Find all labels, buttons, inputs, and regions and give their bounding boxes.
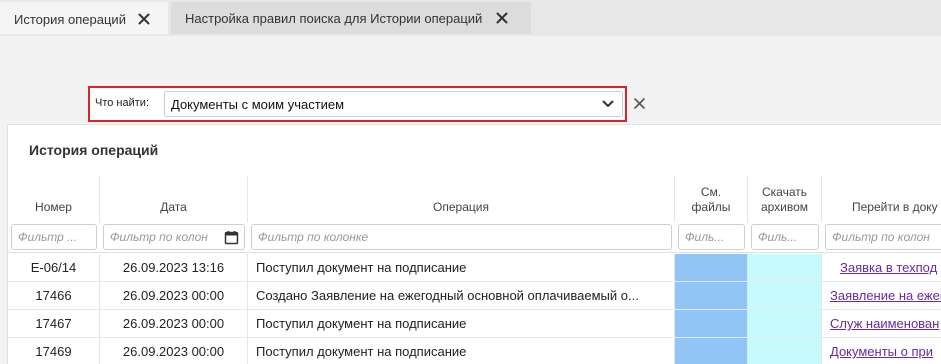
- cell-date: 26.09.2023 00:00: [100, 282, 248, 309]
- table-row[interactable]: Е-06/14 26.09.2023 13:16 Поступил докуме…: [8, 254, 941, 282]
- tab-search-rules-settings[interactable]: Настройка правил поиска для Истории опер…: [171, 2, 531, 34]
- column-header-label: См.: [700, 185, 722, 199]
- table-row[interactable]: 17466 26.09.2023 00:00 Создано Заявление…: [8, 282, 941, 310]
- filter-placeholder: Фильтр по колон: [110, 230, 208, 244]
- chevron-down-icon[interactable]: [602, 99, 614, 109]
- search-area: Что найти: Документы с моим участием: [88, 86, 627, 122]
- cell-download-archive[interactable]: [748, 338, 822, 364]
- close-icon[interactable]: [496, 12, 508, 24]
- column-header-label: Перейти в доку: [852, 200, 938, 214]
- cell-number: 17467: [8, 310, 100, 337]
- panel-title: История операций: [29, 142, 159, 158]
- cell-number: 17466: [8, 282, 100, 309]
- column-header-goto-document[interactable]: Перейти в доку: [822, 176, 941, 222]
- filter-files-input[interactable]: Филь...: [678, 224, 745, 250]
- filter-placeholder: Филь...: [758, 230, 798, 244]
- table-filter-row: Фильтр ... Фильтр по колон Фильтр по кол…: [8, 222, 941, 253]
- cell-date: 26.09.2023 13:16: [100, 254, 248, 281]
- search-select-value: Документы с моим участием: [171, 97, 345, 112]
- operations-history-panel: История операций Номер Дата Операция См.…: [7, 124, 941, 364]
- filter-archive-input[interactable]: Филь...: [751, 224, 819, 250]
- column-header-label: Скачать: [762, 185, 807, 199]
- column-header-archive[interactable]: Скачать архивом: [748, 176, 822, 222]
- cell-download-archive[interactable]: [748, 254, 822, 281]
- search-label: Что найти:: [95, 97, 149, 109]
- cell-date: 26.09.2023 00:00: [100, 338, 248, 364]
- filter-goto-document-input[interactable]: Фильтр по колон: [825, 224, 941, 250]
- cell-view-files[interactable]: [675, 282, 748, 309]
- table-header-row: Номер Дата Операция См. файлы Скачать архи…: [8, 176, 941, 222]
- cell-view-files[interactable]: [675, 338, 748, 364]
- tab-bar: История операций Настройка правил поиска…: [0, 0, 941, 36]
- cell-number: Е-06/14: [8, 254, 100, 281]
- cell-operation: Поступил документ на подписание: [248, 254, 675, 281]
- tab-operations-history[interactable]: История операций: [0, 2, 168, 34]
- filter-date-input[interactable]: Фильтр по колон: [103, 224, 245, 250]
- filter-placeholder: Фильтр ...: [18, 230, 78, 244]
- filter-number-input[interactable]: Фильтр ...: [11, 224, 97, 250]
- close-icon[interactable]: [138, 13, 150, 25]
- filter-placeholder: Фильтр по колонке: [258, 230, 369, 244]
- column-header-date[interactable]: Дата: [100, 176, 248, 222]
- filter-operation-input[interactable]: Фильтр по колонке: [251, 224, 672, 250]
- document-link[interactable]: Служ наименован: [830, 316, 939, 331]
- filter-placeholder: Филь...: [685, 230, 725, 244]
- search-select[interactable]: Документы с моим участием: [164, 91, 623, 117]
- table-row[interactable]: 17467 26.09.2023 00:00 Поступил документ…: [8, 310, 941, 338]
- cell-number: 17469: [8, 338, 100, 364]
- column-header-label: архивом: [760, 200, 809, 214]
- table-row[interactable]: 17469 26.09.2023 00:00 Поступил документ…: [8, 338, 941, 364]
- document-link[interactable]: Документы о при: [830, 344, 933, 359]
- column-header-label: Операция: [433, 200, 489, 214]
- column-header-label: Дата: [160, 200, 187, 214]
- column-header-label: Номер: [35, 200, 72, 214]
- cell-view-files[interactable]: [675, 254, 748, 281]
- cell-download-archive[interactable]: [748, 310, 822, 337]
- cell-operation: Создано Заявление на ежегодный основной …: [248, 282, 675, 309]
- cell-operation: Поступил документ на подписание: [248, 338, 675, 364]
- tab-label: Настройка правил поиска для Истории опер…: [185, 10, 483, 26]
- cell-view-files[interactable]: [675, 310, 748, 337]
- column-header-operation[interactable]: Операция: [248, 176, 675, 222]
- close-icon[interactable]: [633, 97, 646, 110]
- column-header-files[interactable]: См. файлы: [675, 176, 748, 222]
- column-header-label: файлы: [691, 200, 731, 214]
- tab-label: История операций: [14, 11, 126, 27]
- document-link[interactable]: Заявление на ежег: [830, 288, 941, 303]
- cell-download-archive[interactable]: [748, 282, 822, 309]
- calendar-icon[interactable]: [224, 230, 239, 245]
- document-link[interactable]: Заявка в техпод: [840, 260, 937, 275]
- cell-operation: Поступил документ на подписание: [248, 310, 675, 337]
- column-header-number[interactable]: Номер: [8, 176, 100, 222]
- cell-date: 26.09.2023 00:00: [100, 310, 248, 337]
- filter-placeholder: Фильтр по колон: [832, 230, 930, 244]
